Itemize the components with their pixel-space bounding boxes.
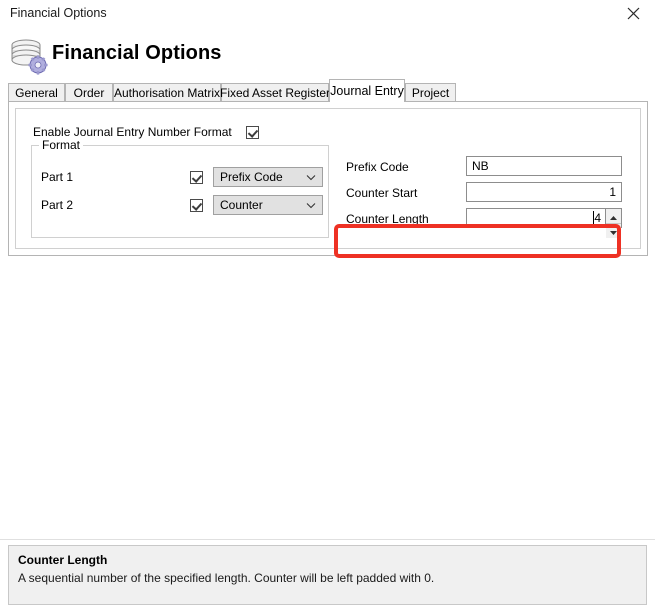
- tab-project[interactable]: Project: [405, 83, 456, 102]
- part-2-row: Part 2 Counter: [41, 195, 324, 215]
- tab-label: Journal Entry: [330, 84, 404, 98]
- tab-label: Order: [73, 86, 105, 100]
- page-title: Financial Options: [52, 42, 222, 64]
- part-1-dropdown-value: Prefix Code: [220, 170, 283, 184]
- tab-label: Fixed Asset Register: [219, 86, 331, 100]
- counter-start-value: 1: [609, 185, 616, 199]
- tab-journal-entry[interactable]: Journal Entry: [329, 79, 405, 102]
- tab-order[interactable]: Order: [65, 83, 113, 102]
- page-header: Financial Options: [0, 27, 655, 82]
- tab-fixed-asset-register[interactable]: Fixed Asset Register: [219, 83, 331, 102]
- close-button[interactable]: [615, 0, 651, 26]
- counter-length-value: 4: [594, 211, 601, 225]
- counter-start-input[interactable]: 1: [466, 182, 622, 202]
- help-panel-title: Counter Length: [18, 553, 108, 567]
- counter-start-label-row: Counter Start: [346, 182, 417, 204]
- part-1-checkbox[interactable]: [190, 170, 203, 184]
- help-panel-divider: [0, 539, 655, 540]
- spinner-down-button[interactable]: [606, 223, 621, 238]
- window-body: Financial Options General Order Authoris…: [0, 27, 655, 613]
- format-groupbox-title: Format: [39, 138, 84, 152]
- tab-content-panel: Enable Journal Entry Number Format Forma…: [8, 101, 648, 256]
- part-2-label: Part 2: [41, 198, 74, 212]
- tab-label: Authorisation Matrix: [113, 86, 221, 100]
- counter-length-spin-buttons: [605, 208, 622, 238]
- counter-start-label: Counter Start: [346, 186, 418, 200]
- window-titlebar: Financial Options: [0, 0, 655, 28]
- database-gear-icon: [8, 36, 50, 76]
- spinner-up-button[interactable]: [606, 209, 621, 223]
- counter-length-input[interactable]: 4: [466, 208, 605, 228]
- close-icon: [627, 7, 640, 20]
- spinner-down-arrow-icon: [610, 224, 617, 238]
- part-2-dropdown-value: Counter: [220, 198, 263, 212]
- chevron-down-icon: [306, 196, 316, 214]
- tab-general[interactable]: General: [8, 83, 65, 102]
- counter-length-stepper[interactable]: 4: [466, 208, 622, 238]
- prefix-code-label-row: Prefix Code: [346, 156, 409, 178]
- part-2-dropdown[interactable]: Counter: [213, 195, 323, 215]
- prefix-code-input[interactable]: NB: [466, 156, 622, 176]
- tab-label: Project: [411, 86, 450, 100]
- tab-authorisation-matrix[interactable]: Authorisation Matrix: [113, 83, 221, 102]
- journal-entry-form: Enable Journal Entry Number Format Forma…: [15, 108, 641, 249]
- part-2-checkbox[interactable]: [190, 198, 203, 212]
- window-title: Financial Options: [10, 6, 107, 20]
- counter-length-label-row: Counter Length: [346, 208, 429, 230]
- enable-journal-entry-number-format-label: Enable Journal Entry Number Format: [33, 125, 232, 139]
- help-panel: Counter Length A sequential number of th…: [8, 545, 647, 605]
- spinner-up-arrow-icon: [610, 209, 617, 223]
- tabstrip: General Order Authorisation Matrix Fixed…: [8, 79, 648, 102]
- part-1-row: Part 1 Prefix Code: [41, 167, 324, 187]
- format-groupbox: Format Part 1 Prefix Code Part 2 Counter: [31, 138, 329, 238]
- enable-journal-entry-number-format-checkbox[interactable]: [245, 125, 259, 139]
- prefix-code-label: Prefix Code: [346, 160, 409, 174]
- part-1-dropdown[interactable]: Prefix Code: [213, 167, 323, 187]
- counter-length-label: Counter Length: [346, 212, 429, 226]
- part-1-label: Part 1: [41, 170, 74, 184]
- help-panel-text: A sequential number of the specified len…: [18, 571, 435, 585]
- prefix-code-value: NB: [472, 159, 489, 173]
- chevron-down-icon: [306, 168, 316, 186]
- text-caret: [593, 211, 594, 226]
- tab-label: General: [15, 86, 58, 100]
